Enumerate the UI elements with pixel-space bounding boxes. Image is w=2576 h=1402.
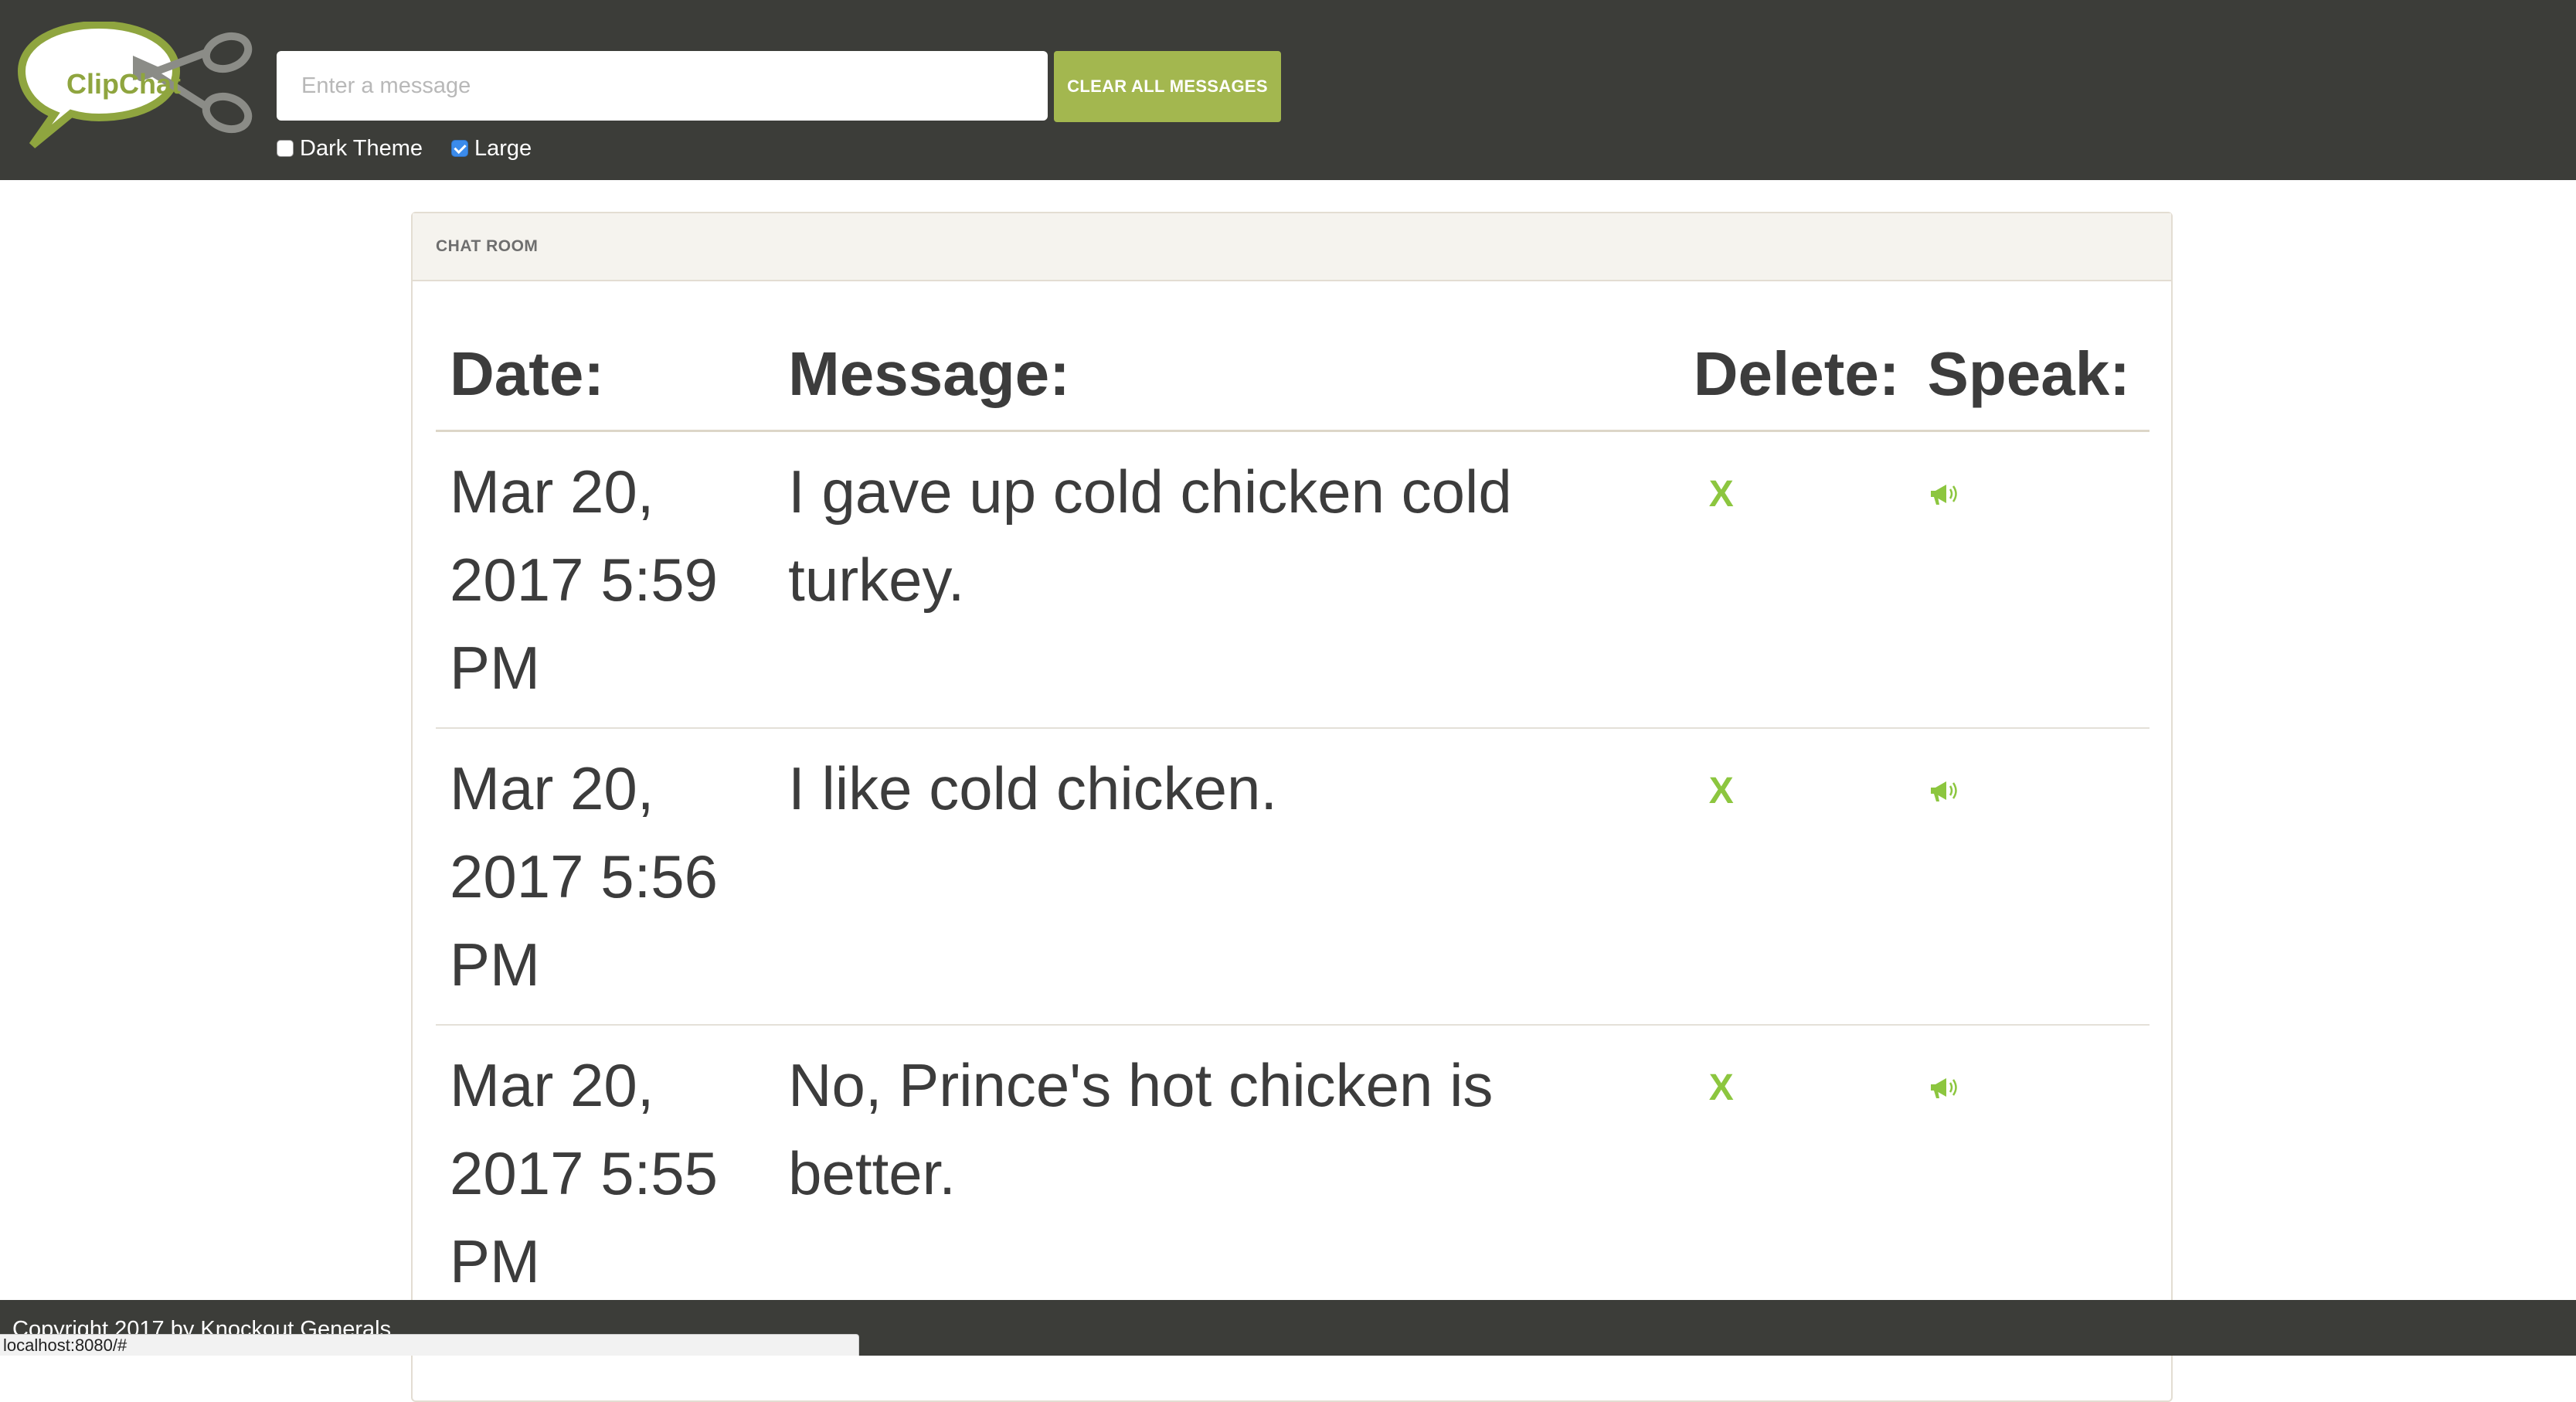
speak-cell — [1913, 430, 2149, 729]
message-input[interactable] — [277, 51, 1048, 121]
delete-cell: X — [1679, 728, 1914, 1026]
message-date: Mar 20, 2017 5:55 PM — [436, 1025, 775, 1322]
chat-room-panel: CHAT ROOM Date: Message: Delete: Speak: … — [411, 212, 2173, 1402]
message-text: I gave up cold chicken cold turkey. — [774, 430, 1680, 729]
megaphone-icon[interactable] — [1928, 1044, 1960, 1114]
browser-status-url: localhost:8080/# — [0, 1334, 859, 1356]
table-header-row: Date: Message: Delete: Speak: — [436, 322, 2149, 432]
delete-x-icon[interactable]: X — [1709, 1070, 1734, 1107]
delete-x-icon[interactable]: X — [1709, 476, 1734, 513]
logo-text: ClipChat — [66, 68, 181, 100]
message-text: I like cold chicken. — [774, 728, 1680, 1026]
megaphone-icon[interactable] — [1928, 451, 1960, 521]
message-date: Mar 20, 2017 5:59 PM — [436, 430, 775, 729]
speak-cell — [1913, 728, 2149, 1026]
messages-table: Date: Message: Delete: Speak: Mar 20, 20… — [436, 322, 2149, 1322]
clipchat-logo[interactable]: ClipChat — [17, 20, 257, 153]
app-header: ClipChat CLEAR ALL MESSAGES Dark Theme L… — [0, 0, 2576, 180]
dark-theme-label: Dark Theme — [300, 135, 423, 161]
large-option[interactable]: Large — [451, 134, 532, 162]
column-header-speak: Speak: — [1913, 322, 2149, 432]
delete-cell: X — [1679, 430, 1914, 729]
delete-cell: X — [1679, 1025, 1914, 1322]
panel-title: CHAT ROOM — [413, 213, 2171, 281]
speak-cell — [1913, 1025, 2149, 1322]
dark-theme-option[interactable]: Dark Theme — [277, 134, 423, 162]
dark-theme-checkbox[interactable] — [277, 140, 294, 157]
column-header-message: Message: — [774, 322, 1680, 432]
delete-x-icon[interactable]: X — [1709, 773, 1734, 810]
message-date: Mar 20, 2017 5:56 PM — [436, 728, 775, 1026]
column-header-date: Date: — [436, 322, 775, 432]
message-text: No, Prince's hot chicken is better. — [774, 1025, 1680, 1322]
table-row: Mar 20, 2017 5:55 PM No, Prince's hot ch… — [436, 1025, 2149, 1322]
megaphone-icon[interactable] — [1928, 747, 1960, 818]
clear-all-messages-button[interactable]: CLEAR ALL MESSAGES — [1054, 51, 1281, 122]
large-checkbox[interactable] — [451, 140, 468, 157]
table-row: Mar 20, 2017 5:59 PM I gave up cold chic… — [436, 430, 2149, 729]
large-label: Large — [474, 135, 532, 161]
table-row: Mar 20, 2017 5:56 PM I like cold chicken… — [436, 728, 2149, 1026]
column-header-delete: Delete: — [1679, 322, 1914, 432]
